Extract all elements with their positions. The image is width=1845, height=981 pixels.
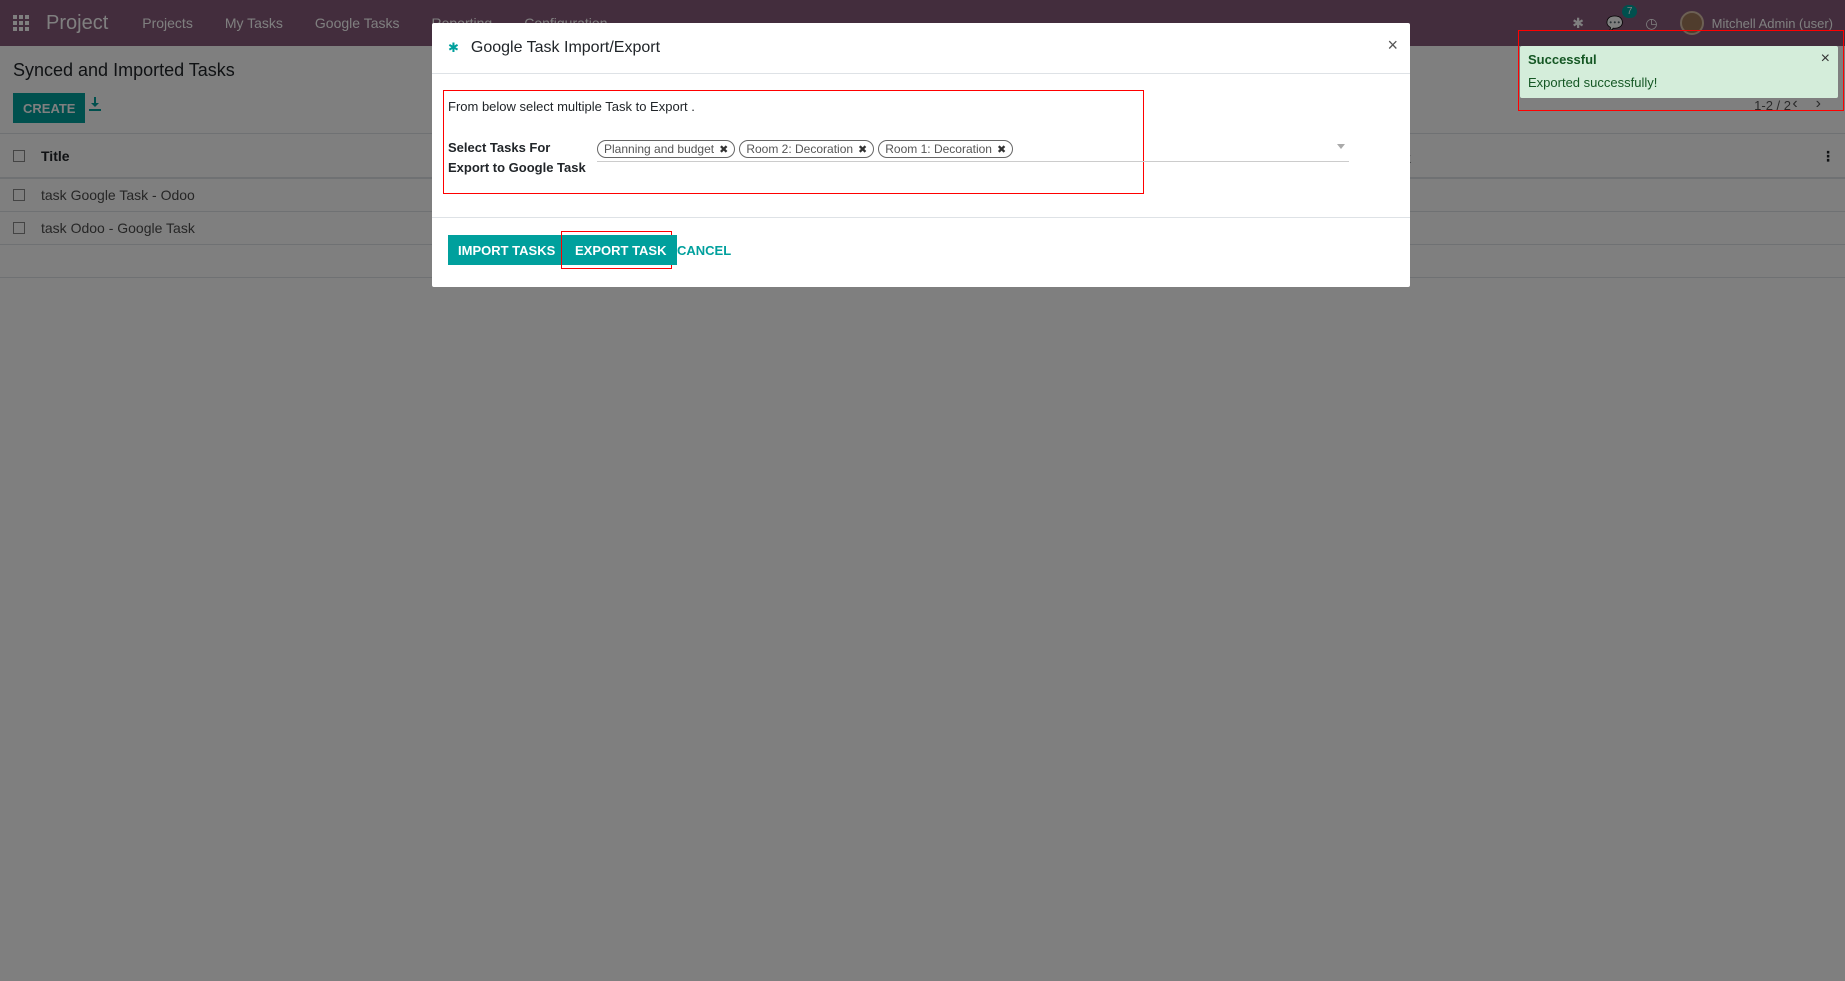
tag-label: Planning and budget	[604, 142, 715, 156]
dialog-title: Google Task Import/Export	[470, 39, 661, 56]
remove-tag-icon[interactable]: ✖	[719, 143, 728, 156]
notification-message: Exported successfully!	[1528, 75, 1658, 90]
close-icon[interactable]: ×	[1821, 50, 1830, 68]
remove-tag-icon[interactable]: ✖	[858, 143, 867, 156]
success-notification: Successful Exported successfully! ×	[1520, 46, 1838, 98]
import-tasks-button[interactable]: IMPORT TASKS	[448, 235, 566, 265]
dropdown-caret-icon[interactable]	[1337, 144, 1345, 149]
field-label: Select Tasks For Export to Google Task	[448, 140, 586, 175]
cancel-button[interactable]: CANCEL	[677, 235, 731, 265]
tag-item: Room 1: Decoration ✖	[878, 140, 1014, 158]
remove-tag-icon[interactable]: ✖	[997, 143, 1006, 156]
tag-label: Room 2: Decoration	[746, 142, 854, 156]
tag-label: Room 1: Decoration	[885, 142, 992, 156]
instruction-text: From below select multiple Task to Expor…	[448, 99, 695, 114]
export-task-button[interactable]: EXPORT TASK	[565, 235, 677, 265]
close-icon[interactable]: ×	[1387, 35, 1398, 56]
notification-title: Successful	[1528, 52, 1597, 67]
tag-item: Room 2: Decoration ✖	[739, 140, 875, 158]
tasks-select-input[interactable]: Planning and budget ✖ Room 2: Decoration ✖…	[597, 137, 1349, 162]
tag-item: Planning and budget ✖	[597, 140, 736, 158]
dialog-header: ✱ Google Task Import/Export ×	[432, 23, 1410, 74]
debug-icon: ✱	[448, 40, 459, 55]
